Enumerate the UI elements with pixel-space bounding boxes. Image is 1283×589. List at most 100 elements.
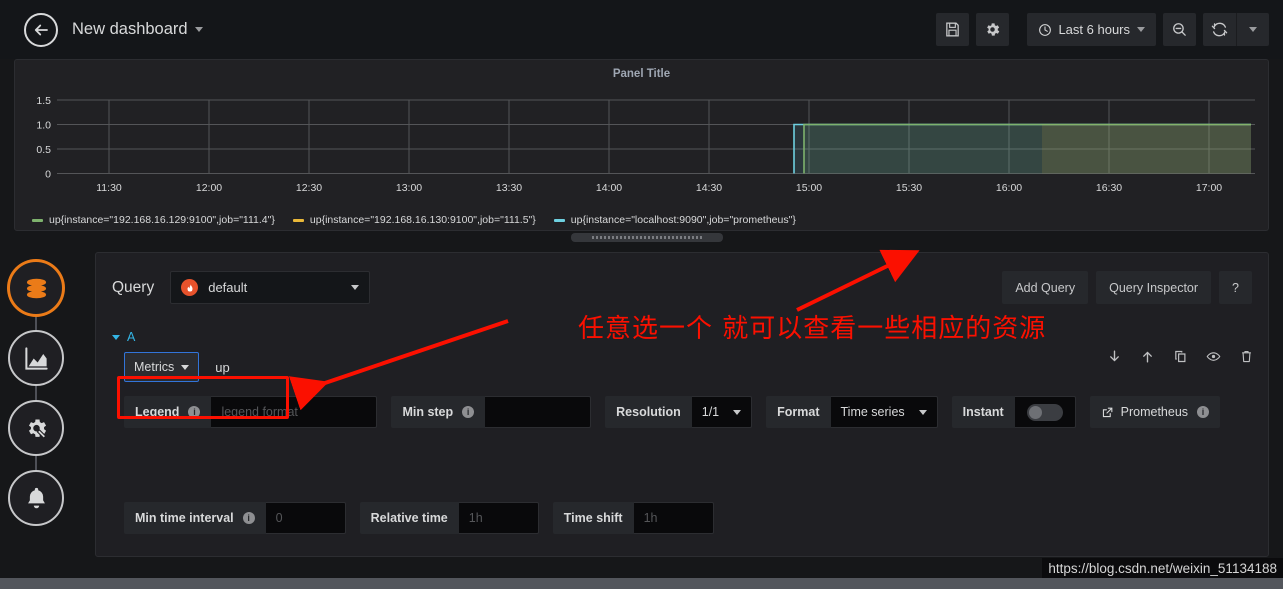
query-row-actions xyxy=(1107,349,1254,364)
legend-color-swatch xyxy=(32,218,43,222)
time-range-picker[interactable]: Last 6 hours xyxy=(1027,13,1156,46)
chevron-down-icon xyxy=(1249,27,1257,32)
query-expression-input[interactable]: up xyxy=(215,360,229,375)
legend-item[interactable]: up{instance="192.168.16.129:9100",job="1… xyxy=(32,214,275,226)
resolution-value: 1/1 xyxy=(701,405,720,419)
resolution-select[interactable]: 1/1 xyxy=(691,396,753,428)
min-time-interval-input[interactable] xyxy=(265,502,346,534)
svg-text:0.5: 0.5 xyxy=(36,144,51,156)
gear-icon xyxy=(987,23,1000,36)
move-up-icon xyxy=(1143,351,1152,363)
min-step-input[interactable] xyxy=(485,396,592,428)
chevron-down-icon xyxy=(351,285,360,290)
query-help-button[interactable]: ? xyxy=(1219,271,1252,304)
svg-text:16:00: 16:00 xyxy=(996,182,1022,194)
save-floppy-icon xyxy=(946,22,960,37)
graph-panel[interactable]: Panel Title 1.5 1.0 0.5 0 11:30 12:00 12… xyxy=(14,59,1269,231)
database-stack-icon xyxy=(26,278,46,298)
info-icon[interactable]: i xyxy=(242,512,255,524)
chevron-down-icon xyxy=(194,27,203,32)
dashboard-title-menu[interactable]: New dashboard xyxy=(72,20,203,39)
panel-title: Panel Title xyxy=(612,68,671,80)
instant-field-group: Instant xyxy=(951,396,1076,428)
svg-text:13:30: 13:30 xyxy=(496,182,522,194)
annotation-highlight-box xyxy=(117,376,289,419)
instant-toggle[interactable] xyxy=(1014,396,1076,428)
refresh-button[interactable] xyxy=(1203,13,1236,46)
svg-text:14:00: 14:00 xyxy=(596,182,622,194)
instant-label: Instant xyxy=(951,396,1015,428)
bottom-bar xyxy=(0,578,1283,589)
back-button[interactable] xyxy=(24,12,58,47)
panel-legend: up{instance="192.168.16.129:9100",job="1… xyxy=(14,210,1269,230)
gear-wrench-icon xyxy=(28,419,47,439)
svg-text:0: 0 xyxy=(45,169,51,181)
area-chart-icon xyxy=(24,346,48,370)
editor-tab-rail xyxy=(0,252,95,557)
legend-color-swatch xyxy=(292,218,304,222)
query-header: Query default Add Query Query Inspector … xyxy=(96,253,1268,304)
time-shift-input[interactable] xyxy=(633,502,714,534)
dashboard-settings-button[interactable] xyxy=(976,13,1010,46)
toggle-visibility-button[interactable] xyxy=(1206,349,1221,364)
datasource-picker[interactable]: default xyxy=(170,271,371,304)
clock-icon xyxy=(1039,23,1052,36)
legend-label: up{instance="192.168.16.130:9100",job="1… xyxy=(309,214,536,226)
legend-label: up{instance="localhost:9090",job="promet… xyxy=(570,214,796,226)
query-time-options-row: Min time interval i Relative time Time s… xyxy=(124,493,1252,543)
sidebar-item-queries[interactable] xyxy=(8,260,64,316)
format-value: Time series xyxy=(840,405,905,419)
zoom-out-time-button[interactable] xyxy=(1163,13,1196,46)
duplicate-icon xyxy=(1175,350,1186,363)
svg-text:1.0: 1.0 xyxy=(36,120,51,132)
duplicate-query-button[interactable] xyxy=(1173,349,1188,364)
chevron-down-icon xyxy=(112,334,120,340)
save-dashboard-button[interactable] xyxy=(936,13,970,46)
legend-item[interactable]: up{instance="192.168.16.130:9100",job="1… xyxy=(292,214,536,226)
query-inspector-button[interactable]: Query Inspector xyxy=(1096,271,1212,304)
zoom-out-magnifier-icon xyxy=(1173,23,1186,36)
format-label: Format xyxy=(766,396,831,428)
info-icon[interactable]: i xyxy=(1197,406,1210,418)
info-icon[interactable]: i xyxy=(462,406,475,418)
plot-area[interactable]: 1.5 1.0 0.5 0 11:30 12:00 12:30 13:00 13… xyxy=(15,80,1268,200)
time-shift-group: Time shift xyxy=(552,502,714,534)
chevron-down-icon xyxy=(733,409,742,415)
chevron-down-icon xyxy=(918,409,927,415)
format-select[interactable]: Time series xyxy=(830,396,938,428)
resolution-label: Resolution xyxy=(605,396,692,428)
sidebar-item-alert[interactable] xyxy=(8,470,64,526)
external-link-icon xyxy=(1102,407,1113,417)
svg-text:15:00: 15:00 xyxy=(796,182,822,194)
add-query-button[interactable]: Add Query xyxy=(1002,271,1089,304)
move-down-icon xyxy=(1110,350,1119,362)
chevron-down-icon xyxy=(1137,27,1145,32)
relative-time-label: Relative time xyxy=(359,502,459,534)
annotation-note-text: 任意选一个 就可以查看一些相应的资源 xyxy=(578,314,1047,344)
sidebar-item-visualization[interactable] xyxy=(8,330,64,386)
page-title: New dashboard xyxy=(72,20,188,38)
svg-text:16:30: 16:30 xyxy=(1096,182,1122,194)
grafana-dashboard-edit-page: New dashboard Last 6 hours Panel Title 1… xyxy=(0,0,1283,589)
relative-time-input[interactable] xyxy=(458,502,539,534)
panel-resize-handle[interactable] xyxy=(571,233,723,242)
prometheus-flame-icon xyxy=(181,279,199,296)
sidebar-item-general[interactable] xyxy=(8,400,64,456)
min-step-label-text: Min step xyxy=(402,405,454,419)
move-down-button[interactable] xyxy=(1107,349,1122,364)
svg-text:17:00: 17:00 xyxy=(1196,182,1222,194)
toggle-switch-icon xyxy=(1026,403,1063,421)
refresh-interval-dropdown[interactable] xyxy=(1236,13,1269,46)
svg-text:13:00: 13:00 xyxy=(396,182,422,194)
move-up-button[interactable] xyxy=(1140,349,1155,364)
svg-text:14:30: 14:30 xyxy=(696,182,722,194)
arrow-left-icon xyxy=(34,24,48,35)
delete-query-button[interactable] xyxy=(1239,349,1254,364)
refresh-icon xyxy=(1211,22,1228,37)
watermark: https://blog.csdn.net/weixin_51134188 xyxy=(1042,558,1283,579)
min-time-interval-label-text: Min time interval xyxy=(135,511,234,525)
legend-item[interactable]: up{instance="localhost:9090",job="promet… xyxy=(553,214,796,226)
metrics-label: Metrics xyxy=(134,360,175,374)
svg-text:1.5: 1.5 xyxy=(36,95,51,107)
prometheus-link[interactable]: Prometheus i xyxy=(1089,396,1221,428)
